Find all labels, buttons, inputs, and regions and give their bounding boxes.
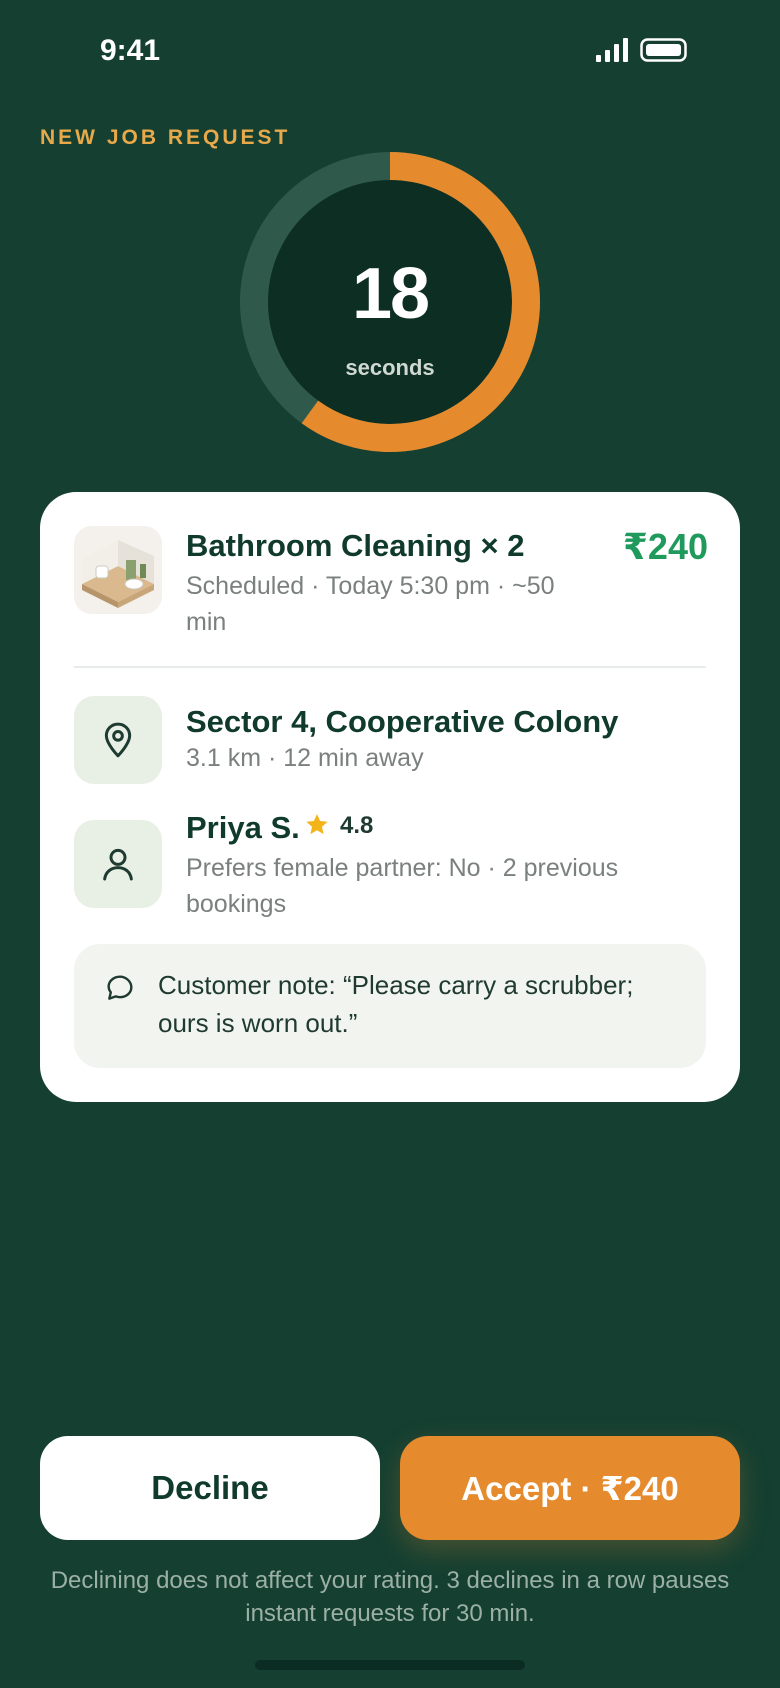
timer-seconds-value: 18 [351, 254, 430, 334]
location-distance: 3.1 km · 12 min away [186, 744, 424, 772]
accept-button[interactable]: Accept · ₹240 [400, 1436, 740, 1540]
service-price: ₹240 [622, 526, 708, 567]
customer-icon-tile [74, 820, 162, 908]
countdown-timer: 18 seconds [238, 150, 542, 454]
location-icon-tile [74, 696, 162, 784]
decline-policy-note: Declining does not affect your rating. 3… [50, 1567, 730, 1627]
customer-rating: 4.8 [340, 812, 374, 839]
service-thumbnail [74, 526, 162, 614]
location-title: Sector 4, Cooperative Colony [186, 704, 619, 739]
status-bar: 9:41 [0, 0, 780, 100]
signal-icon [596, 38, 628, 62]
customer-note-box: Customer note: “Please carry a scrubber;… [74, 944, 706, 1068]
user-icon [103, 848, 133, 881]
job-card: Bathroom Cleaning × 2 ₹240 Scheduled · T… [40, 492, 740, 1102]
timer-unit-label: seconds [345, 355, 435, 380]
divider [74, 666, 706, 668]
customer-details: Prefers female partner: No · 2 previous … [186, 854, 619, 918]
customer-note-text: Customer note: “Please carry a scrubber;… [158, 970, 634, 1038]
star-icon [306, 814, 328, 835]
decline-button[interactable]: Decline [40, 1436, 380, 1540]
status-time: 9:41 [100, 34, 161, 67]
customer-name: Priya S. [186, 810, 300, 845]
location-pin-icon [104, 722, 132, 758]
bathroom-illustration [74, 526, 162, 614]
battery-icon [640, 38, 687, 62]
home-indicator[interactable] [255, 1660, 525, 1670]
chat-bubble-icon [107, 975, 133, 1000]
service-schedule: Scheduled · Today 5:30 pm · ~50 min [186, 572, 555, 636]
service-title: Bathroom Cleaning × 2 [186, 528, 525, 563]
new-job-request-label: NEW JOB REQUEST [40, 126, 291, 149]
